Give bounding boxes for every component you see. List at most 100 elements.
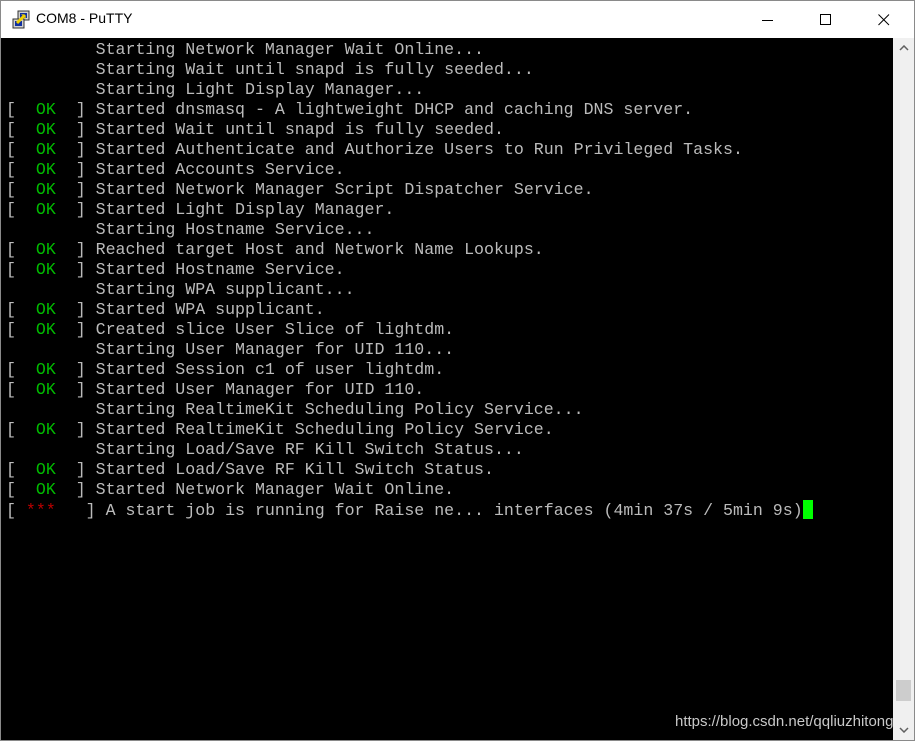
status-prefix (6, 340, 96, 359)
status-busy: *** (25, 501, 66, 520)
minimize-button[interactable] (739, 1, 797, 38)
status-prefix (6, 80, 96, 99)
line-text: Starting Wait until snapd is fully seede… (95, 60, 534, 79)
line-text: Created slice User Slice of lightdm. (95, 320, 455, 339)
terminal-line: Starting WPA supplicant... (6, 280, 813, 300)
line-text: Started Accounts Service. (95, 160, 345, 179)
status-prefix: [ OK ] (6, 320, 96, 339)
status-ok: OK (25, 320, 66, 339)
terminal-line: [ OK ] Started User Manager for UID 110. (6, 380, 813, 400)
terminal-line: [ OK ] Started Hostname Service. (6, 260, 813, 280)
status-prefix: [ OK ] (6, 460, 96, 479)
line-text: Starting RealtimeKit Scheduling Policy S… (95, 400, 584, 419)
terminal-output: Starting Network Manager Wait Online... … (6, 40, 813, 520)
watermark: https://blog.csdn.net/qqliuzhitong (675, 713, 894, 730)
status-ok: OK (25, 380, 66, 399)
status-prefix (6, 440, 96, 459)
status-prefix (6, 60, 96, 79)
status-ok: OK (25, 160, 66, 179)
status-prefix (6, 40, 96, 59)
status-ok: OK (25, 120, 66, 139)
status-ok: OK (25, 200, 66, 219)
terminal-line: Starting Network Manager Wait Online... (6, 40, 813, 60)
status-prefix: [ OK ] (6, 180, 96, 199)
maximize-button[interactable] (797, 1, 855, 38)
chevron-up-icon (898, 45, 909, 51)
terminal-line: [ OK ] Started WPA supplicant. (6, 300, 813, 320)
putty-icon[interactable] (11, 10, 31, 30)
line-text: Starting WPA supplicant... (95, 280, 355, 299)
scroll-up-button[interactable] (893, 38, 914, 58)
chevron-down-icon (898, 727, 909, 733)
status-prefix: [ *** ] (6, 501, 106, 520)
status-prefix: [ OK ] (6, 120, 96, 139)
status-ok: OK (25, 260, 66, 279)
status-prefix: [ OK ] (6, 200, 96, 219)
title-bar[interactable]: COM8 - PuTTY (1, 1, 914, 38)
terminal-line: [ *** ] A start job is running for Raise… (6, 500, 813, 520)
terminal-line: [ OK ] Started Light Display Manager. (6, 200, 813, 220)
line-text: A start job is running for Raise ne... i… (105, 501, 803, 520)
terminal-line: [ OK ] Started Accounts Service. (6, 160, 813, 180)
line-text: Started dnsmasq - A lightweight DHCP and… (95, 100, 694, 119)
terminal-line: [ OK ] Started Network Manager Wait Onli… (6, 480, 813, 500)
status-ok: OK (25, 140, 66, 159)
status-ok: OK (25, 100, 66, 119)
line-text: Starting Network Manager Wait Online... (95, 40, 484, 59)
line-text: Started RealtimeKit Scheduling Policy Se… (95, 420, 554, 439)
status-prefix: [ OK ] (6, 360, 96, 379)
line-text: Started Hostname Service. (95, 260, 345, 279)
close-button[interactable] (855, 1, 913, 38)
status-prefix: [ OK ] (6, 300, 96, 319)
status-prefix: [ OK ] (6, 240, 96, 259)
terminal-line: [ OK ] Created slice User Slice of light… (6, 320, 813, 340)
status-ok: OK (25, 240, 66, 259)
line-text: Started Wait until snapd is fully seeded… (95, 120, 504, 139)
terminal-line: [ OK ] Started RealtimeKit Scheduling Po… (6, 420, 813, 440)
terminal-line: [ OK ] Started Load/Save RF Kill Switch … (6, 460, 813, 480)
status-prefix: [ OK ] (6, 480, 96, 499)
terminal-line: [ OK ] Started Wait until snapd is fully… (6, 120, 813, 140)
status-prefix (6, 280, 96, 299)
status-prefix (6, 220, 96, 239)
status-prefix: [ OK ] (6, 100, 96, 119)
status-prefix: [ OK ] (6, 380, 96, 399)
terminal-screen[interactable]: Starting Network Manager Wait Online... … (1, 38, 893, 740)
status-prefix: [ OK ] (6, 420, 96, 439)
line-text: Started Authenticate and Authorize Users… (95, 140, 743, 159)
status-prefix (6, 400, 96, 419)
line-text: Reached target Host and Network Name Loo… (95, 240, 544, 259)
line-text: Starting User Manager for UID 110... (95, 340, 455, 359)
terminal-line: Starting RealtimeKit Scheduling Policy S… (6, 400, 813, 420)
terminal-line: [ OK ] Started Session c1 of user lightd… (6, 360, 813, 380)
maximize-icon (820, 13, 831, 25)
line-text: Started WPA supplicant. (95, 300, 325, 319)
line-text: Started Network Manager Wait Online. (95, 480, 455, 499)
status-ok: OK (25, 300, 66, 319)
terminal-line: Starting Wait until snapd is fully seede… (6, 60, 813, 80)
line-text: Starting Light Display Manager... (95, 80, 425, 99)
scrollbar-thumb[interactable] (896, 679, 911, 701)
terminal-line: Starting User Manager for UID 110... (6, 340, 813, 360)
status-ok: OK (25, 180, 66, 199)
scroll-down-button[interactable] (893, 720, 914, 740)
status-ok: OK (25, 460, 66, 479)
minimize-icon (762, 19, 773, 21)
line-text: Started Network Manager Script Dispatche… (95, 180, 594, 199)
line-text: Started User Manager for UID 110. (95, 380, 425, 399)
status-ok: OK (25, 420, 66, 439)
text-cursor (802, 500, 813, 519)
terminal-line: Starting Light Display Manager... (6, 80, 813, 100)
window-title: COM8 - PuTTY (36, 10, 133, 26)
line-text: Started Session c1 of user lightdm. (95, 360, 445, 379)
status-ok: OK (25, 360, 66, 379)
vertical-scrollbar[interactable] (893, 38, 914, 740)
status-prefix: [ OK ] (6, 140, 96, 159)
terminal-line: [ OK ] Started dnsmasq - A lightweight D… (6, 100, 813, 120)
line-text: Starting Load/Save RF Kill Switch Status… (95, 440, 524, 459)
terminal-line: Starting Load/Save RF Kill Switch Status… (6, 440, 813, 460)
line-text: Started Light Display Manager. (95, 200, 395, 219)
close-icon (878, 13, 890, 25)
line-text: Starting Hostname Service... (95, 220, 375, 239)
terminal-line: [ OK ] Started Authenticate and Authoriz… (6, 140, 813, 160)
